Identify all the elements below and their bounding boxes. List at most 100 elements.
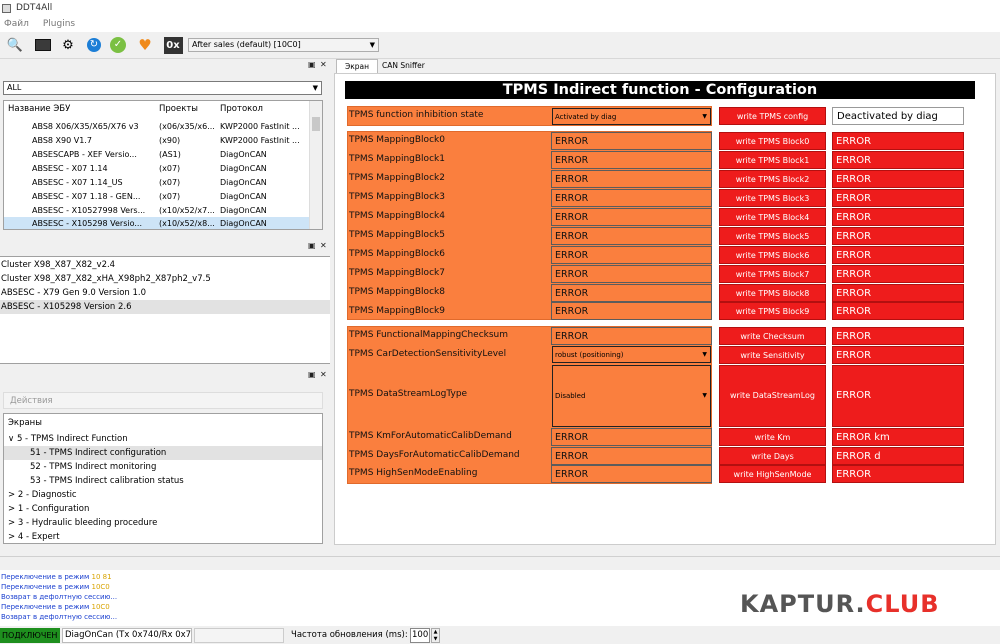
- mapping-value[interactable]: ERROR: [551, 189, 712, 207]
- tree-item[interactable]: 51 - TPMS Indirect configuration: [4, 446, 322, 460]
- refresh-icon[interactable]: ↻: [83, 34, 105, 56]
- float-icon[interactable]: ▣: [308, 370, 316, 379]
- tree-item[interactable]: > 1 - Configuration: [8, 502, 89, 516]
- tree-item-label: 2 - Diagnostic: [17, 490, 77, 500]
- ecu-projects: (x07): [159, 178, 181, 187]
- write-block-button[interactable]: write TPMS Block5: [719, 227, 826, 245]
- tree-item[interactable]: 52 - TPMS Indirect monitoring: [30, 460, 156, 474]
- write-datastream-button[interactable]: write DataStreamLog: [719, 365, 826, 427]
- scroll-thumb[interactable]: [312, 117, 320, 131]
- days-value[interactable]: ERROR: [551, 447, 712, 465]
- write-block-button[interactable]: write TPMS Block9: [719, 302, 826, 320]
- tree-item[interactable]: > 4 - Expert: [8, 530, 60, 544]
- mapping-value[interactable]: ERROR: [551, 170, 712, 188]
- horizontal-scrollbar[interactable]: [0, 556, 1000, 570]
- table-row[interactable]: ABSESC - X07 1.18 - GEN... (x07) DiagOnCAN: [4, 190, 310, 204]
- ecu-filter-select[interactable]: ALL ▼: [3, 81, 322, 95]
- col-ecu-name[interactable]: Название ЭБУ: [8, 103, 132, 116]
- table-row[interactable]: ABSESC - X105298 Versio... (x10/x52/x8...…: [4, 217, 310, 229]
- float-icon[interactable]: ▣: [308, 241, 316, 250]
- settings-gear-icon[interactable]: ⚙: [57, 34, 79, 56]
- write-block-button[interactable]: write TPMS Block2: [719, 170, 826, 188]
- refresh-rate-spinner[interactable]: ▲ ▼: [431, 628, 440, 643]
- mapping-value[interactable]: ERROR: [551, 132, 712, 150]
- refresh-rate-input[interactable]: 100: [410, 628, 430, 643]
- tree-item[interactable]: 53 - TPMS Indirect calibration status: [30, 474, 184, 488]
- chevron-right-icon[interactable]: >: [8, 532, 15, 542]
- write-block-button[interactable]: write TPMS Block6: [719, 246, 826, 264]
- chevron-right-icon[interactable]: >: [8, 504, 15, 514]
- chevron-right-icon[interactable]: >: [8, 490, 15, 500]
- mapping-value[interactable]: ERROR: [551, 302, 712, 320]
- table-row[interactable]: ABSESCAPB - XEF Versio... (AS1) DiagOnCAN: [4, 148, 310, 162]
- actions-header: Действия: [3, 392, 323, 409]
- table-row[interactable]: ABSESC - X07 1.14 (x07) DiagOnCAN: [4, 162, 310, 176]
- mapping-result: ERROR: [832, 265, 964, 283]
- menu-file[interactable]: Файл: [4, 19, 29, 29]
- mapping-value[interactable]: ERROR: [551, 265, 712, 283]
- write-checksum-button[interactable]: write Checksum: [719, 327, 826, 345]
- list-item[interactable]: Cluster X98_X87_X82_v2.4: [0, 258, 330, 272]
- datastream-select[interactable]: Disabled ▼: [552, 365, 711, 427]
- log-code: 10 81: [91, 573, 112, 581]
- actions-dock-header: ▣ ✕: [0, 370, 331, 383]
- write-days-button[interactable]: write Days: [719, 447, 826, 465]
- mapping-value[interactable]: ERROR: [551, 246, 712, 264]
- datastream-result: ERROR: [832, 365, 964, 427]
- close-icon[interactable]: ✕: [320, 60, 327, 69]
- chevron-right-icon[interactable]: >: [8, 518, 15, 528]
- tree-item-label: 4 - Expert: [17, 532, 60, 542]
- connect-icon[interactable]: ✓: [107, 34, 129, 56]
- tree-item-label: 1 - Configuration: [17, 504, 90, 514]
- list-item[interactable]: ABSESC - X105298 Version 2.6: [0, 300, 330, 314]
- tree-item[interactable]: > 3 - Hydraulic bleeding procedure: [8, 516, 157, 530]
- ecu-mode-select[interactable]: After sales (default) [10C0] ▼: [188, 38, 379, 52]
- inhibition-select[interactable]: Activated by diag ▼: [552, 108, 711, 125]
- mapping-result: ERROR: [832, 189, 964, 207]
- col-protocol[interactable]: Протокол: [220, 103, 310, 116]
- write-block-button[interactable]: write TPMS Block4: [719, 208, 826, 226]
- mapping-value[interactable]: ERROR: [551, 208, 712, 226]
- table-row[interactable]: ABSESC - X07 1.14_US (x07) DiagOnCAN: [4, 176, 310, 190]
- write-tpms-config-button[interactable]: write TPMS config: [719, 107, 826, 125]
- hex-icon[interactable]: 0x: [162, 34, 184, 56]
- protocol-status: DiagOnCan (Tx 0x740/Rx 0x76: [62, 628, 192, 643]
- scan-icon[interactable]: 🔍: [4, 34, 26, 56]
- write-highsen-button[interactable]: write HighSenMode: [719, 465, 826, 483]
- dashboard-icon[interactable]: [32, 34, 54, 56]
- menu-plugins[interactable]: Plugins: [43, 19, 75, 29]
- mapping-label: TPMS MappingBlock2: [349, 173, 445, 183]
- write-block-button[interactable]: write TPMS Block8: [719, 284, 826, 302]
- connection-status: ПОДКЛЮЧЕН: [0, 628, 60, 643]
- sensitivity-select[interactable]: robust (positioning) ▼: [552, 346, 711, 363]
- checksum-value[interactable]: ERROR: [551, 327, 712, 345]
- km-value[interactable]: ERROR: [551, 428, 712, 446]
- list-item[interactable]: Cluster X98_X87_X82_xHA_X98ph2_X87ph2_v7…: [0, 272, 330, 286]
- mapping-value[interactable]: ERROR: [551, 227, 712, 245]
- close-icon[interactable]: ✕: [320, 241, 327, 250]
- mapping-value[interactable]: ERROR: [551, 151, 712, 169]
- write-sensitivity-button[interactable]: write Sensitivity: [719, 346, 826, 364]
- highsen-value[interactable]: ERROR: [551, 465, 712, 483]
- chevron-down-icon[interactable]: ∨: [8, 434, 14, 444]
- mapping-value[interactable]: ERROR: [551, 284, 712, 302]
- ecu-table-scrollbar[interactable]: [309, 101, 322, 229]
- col-projects[interactable]: Проекты: [159, 103, 217, 116]
- float-icon[interactable]: ▣: [308, 60, 316, 69]
- table-row[interactable]: ABSESC - X10527998 Vers... (x10/x52/x7...…: [4, 204, 310, 218]
- refresh-rate-label: Частота обновления (ms):: [291, 630, 408, 640]
- table-row[interactable]: ABS8 X90 V1.7 (x90) KWP2000 FastInit ...: [4, 134, 310, 148]
- write-block-button[interactable]: write TPMS Block7: [719, 265, 826, 283]
- tree-item[interactable]: > 2 - Diagnostic: [8, 488, 77, 502]
- heart-icon[interactable]: ♥: [134, 34, 156, 56]
- tree-item[interactable]: ∨ 5 - TPMS Indirect Function: [8, 432, 128, 446]
- table-row[interactable]: ABS8 X06/X35/X65/X76 v3 (x06/x35/x6... KWP…: [4, 120, 310, 134]
- write-block-button[interactable]: write TPMS Block1: [719, 151, 826, 169]
- tab-screen[interactable]: Экран: [336, 59, 379, 73]
- tab-can-sniffer[interactable]: CAN Sniffer: [374, 59, 433, 73]
- write-km-button[interactable]: write Km: [719, 428, 826, 446]
- write-block-button[interactable]: write TPMS Block3: [719, 189, 826, 207]
- write-block-button[interactable]: write TPMS Block0: [719, 132, 826, 150]
- close-icon[interactable]: ✕: [320, 370, 327, 379]
- list-item[interactable]: ABSESC - X79 Gen 9.0 Version 1.0: [0, 286, 330, 300]
